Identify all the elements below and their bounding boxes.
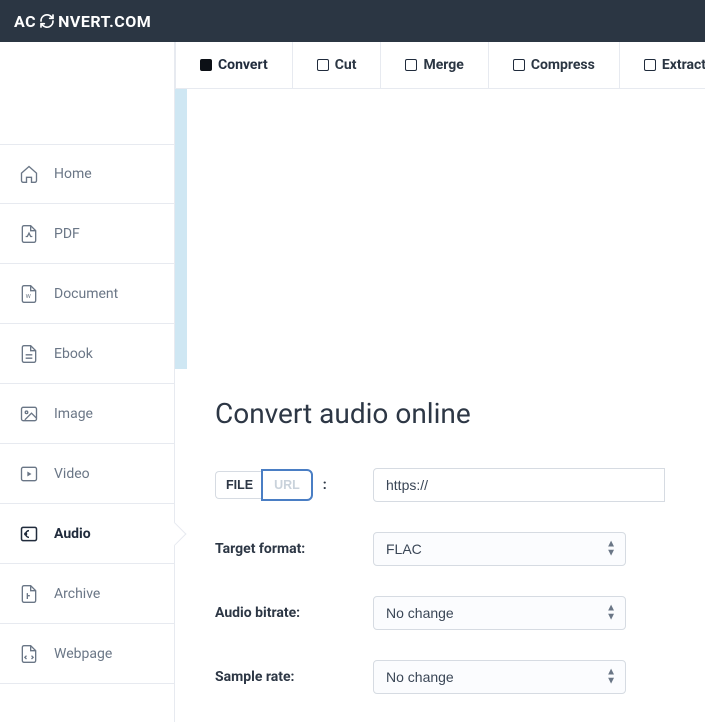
checkbox-icon [644,59,656,71]
pdf-icon [18,223,40,245]
tab-label: Merge [423,57,463,73]
sidebar-item-document[interactable]: W Document [0,264,174,324]
tab-label: Convert [218,57,268,73]
select-audio-bitrate[interactable]: No change [373,596,626,630]
sidebar-item-label: PDF [54,226,80,242]
logo-text-prefix: AC [14,12,36,31]
sidebar-item-label: Archive [54,586,100,602]
tab-extract[interactable]: Extract [620,42,705,88]
toggle-file-button[interactable]: FILE [215,471,263,499]
app-header: AC NVERT.COM [0,0,705,42]
webpage-icon [18,643,40,665]
tab-compress[interactable]: Compress [489,42,620,88]
label-audio-bitrate: Audio bitrate: [215,605,373,621]
checkbox-icon [513,59,525,71]
colon-label: : [323,477,327,493]
image-icon [18,403,40,425]
content-area: Convert audio online FILE URL : Target f… [175,369,705,722]
sidebar-item-label: Webpage [54,646,112,662]
sidebar-item-webpage[interactable]: Webpage [0,624,174,684]
checkbox-icon [317,59,329,71]
tab-label: Extract [662,57,705,73]
select-target-format-wrap: FLAC ▲▼ [373,532,626,566]
audio-icon [18,523,40,545]
sidebar-item-audio[interactable]: Audio [0,504,174,564]
logo-text-suffix: NVERT.COM [58,12,151,31]
label-sample-rate: Sample rate: [215,669,373,685]
select-sample-rate[interactable]: No change [373,660,626,694]
tab-merge[interactable]: Merge [381,42,488,88]
ad-strip [175,89,187,369]
label-target-format: Target format: [215,541,373,557]
sidebar-item-pdf[interactable]: PDF [0,204,174,264]
document-icon: W [18,283,40,305]
tab-convert[interactable]: Convert [175,42,293,88]
select-target-format[interactable]: FLAC [373,532,626,566]
sidebar-item-home[interactable]: Home [0,144,174,204]
sidebar-item-video[interactable]: Video [0,444,174,504]
select-audio-bitrate-wrap: No change ▲▼ [373,596,626,630]
sidebar-item-label: Image [54,406,93,422]
sidebar-item-label: Home [54,166,92,182]
sidebar-item-image[interactable]: Image [0,384,174,444]
refresh-icon [38,12,56,30]
sidebar-item-ebook[interactable]: Ebook [0,324,174,384]
video-icon [18,463,40,485]
row-input-source: FILE URL : [215,468,665,502]
sidebar-item-label: Video [54,466,90,482]
sidebar-item-label: Audio [54,526,91,542]
url-input[interactable] [373,468,665,502]
checkbox-icon [200,59,212,71]
sidebar: Home PDF W Document Ebook Image [0,42,175,722]
archive-icon [18,583,40,605]
select-sample-rate-wrap: No change ▲▼ [373,660,626,694]
sidebar-item-label: Document [54,286,118,302]
tab-cut[interactable]: Cut [293,42,382,88]
page-heading: Convert audio online [215,397,665,430]
row-sample-rate: Sample rate: No change ▲▼ [215,660,665,694]
tab-label: Cut [335,57,357,73]
toggle-url-button[interactable]: URL [263,471,311,499]
sidebar-item-archive[interactable]: Archive [0,564,174,624]
ebook-icon [18,343,40,365]
row-audio-bitrate: Audio bitrate: No change ▲▼ [215,596,665,630]
sidebar-item-label: Ebook [54,346,93,362]
ad-space [175,89,705,369]
tab-bar: Convert Cut Merge Compress Extract [175,42,705,89]
checkbox-icon [405,59,417,71]
tab-label: Compress [531,57,595,73]
home-icon [18,163,40,185]
row-target-format: Target format: FLAC ▲▼ [215,532,665,566]
svg-text:W: W [26,294,32,300]
input-source-toggle-group: FILE URL : [215,471,373,499]
main-panel: Convert Cut Merge Compress Extract [175,42,705,722]
